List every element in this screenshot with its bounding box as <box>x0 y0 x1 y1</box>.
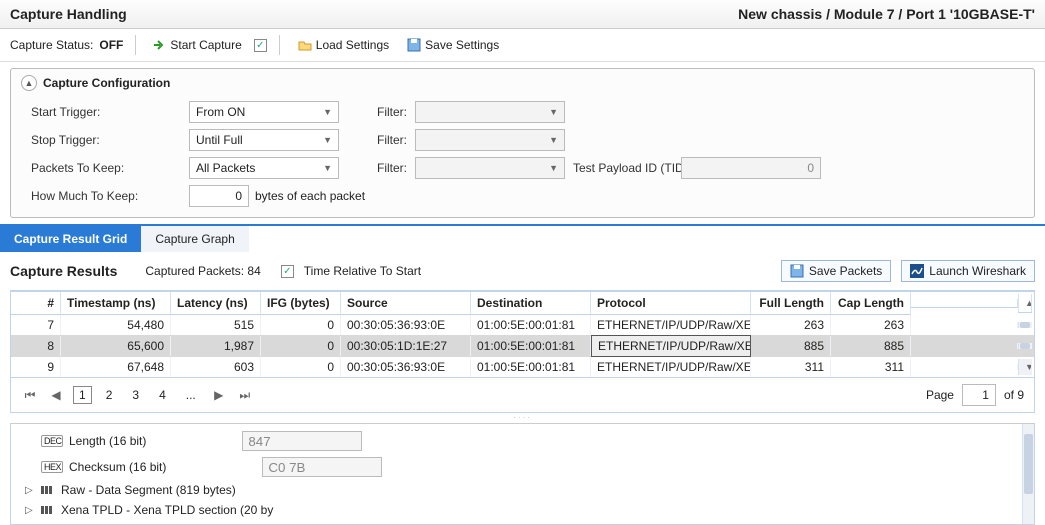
pager-more[interactable]: ... <box>180 386 202 404</box>
start-trigger-label: Start Trigger: <box>31 105 181 119</box>
filter3-label: Filter: <box>347 161 407 175</box>
tpld-label: Xena TPLD - Xena TPLD section (20 by <box>61 503 273 517</box>
pager-page[interactable]: 1 <box>73 386 92 404</box>
page-input[interactable]: 1 <box>962 384 996 406</box>
packets-keep-label: Packets To Keep: <box>31 161 181 175</box>
launch-wireshark-button[interactable]: Launch Wireshark <box>901 260 1035 282</box>
pager-last-icon[interactable]: ⏭ <box>236 386 254 404</box>
col-full-length[interactable]: Full Length <box>751 292 831 315</box>
hex-badge: HEX <box>41 461 63 473</box>
expand-icon[interactable]: ▷ <box>25 505 35 516</box>
capture-config-panel: ▲ Capture Configuration Start Trigger: F… <box>10 68 1035 218</box>
col-protocol[interactable]: Protocol <box>591 292 751 315</box>
col-ifg[interactable]: IFG (bytes) <box>261 292 341 315</box>
start-capture-checkbox[interactable]: ✓ <box>254 39 267 52</box>
checksum-value <box>262 457 382 477</box>
pager-page[interactable]: 4 <box>153 386 172 404</box>
pager: ⏮ ◀ 1 2 3 4 ... ▶ ⏭ Page 1 of 9 <box>10 378 1035 413</box>
stop-trigger-label: Stop Trigger: <box>31 133 181 147</box>
page-label: Page <box>926 388 954 402</box>
packet-detail: DEC Length (16 bit) HEX Checksum (16 bit… <box>10 423 1035 525</box>
save-settings-label: Save Settings <box>425 38 499 52</box>
save-settings-button[interactable]: Save Settings <box>401 36 505 54</box>
pager-first-icon[interactable]: ⏮ <box>21 386 39 404</box>
wireshark-icon <box>910 264 924 278</box>
col-latency[interactable]: Latency (ns) <box>171 292 261 315</box>
scrollbar-thumb[interactable] <box>1024 434 1033 494</box>
howmuch-suffix: bytes of each packet <box>255 189 365 203</box>
save-icon <box>407 38 421 52</box>
pager-next-icon[interactable]: ▶ <box>210 386 228 404</box>
col-cap-length[interactable]: Cap Length <box>831 292 911 315</box>
howmuch-label: How Much To Keep: <box>31 189 181 203</box>
grid-header: # Timestamp (ns) Latency (ns) IFG (bytes… <box>11 292 1034 315</box>
page-of: of 9 <box>1004 388 1024 402</box>
splitter-handle[interactable]: ···· <box>10 413 1035 419</box>
vertical-scrollbar[interactable] <box>1018 343 1032 349</box>
pager-page[interactable]: 3 <box>126 386 145 404</box>
howmuch-input[interactable]: 0 <box>189 185 249 207</box>
save-icon <box>790 264 804 278</box>
start-trigger-combo[interactable]: From ON▼ <box>189 101 339 123</box>
filter1-combo: ▼ <box>415 101 565 123</box>
length-value <box>242 431 362 451</box>
start-capture-label: Start Capture <box>170 38 241 52</box>
load-settings-button[interactable]: Load Settings <box>292 36 395 54</box>
load-settings-label: Load Settings <box>316 38 389 52</box>
length-label: Length (16 bit) <box>69 434 146 448</box>
segment-icon <box>41 484 55 496</box>
breadcrumb: New chassis / Module 7 / Port 1 '10GBASE… <box>738 6 1035 22</box>
detail-length-row[interactable]: DEC Length (16 bit) <box>11 428 1034 454</box>
checksum-label: Checksum (16 bit) <box>69 460 166 474</box>
col-destination[interactable]: Destination <box>471 292 591 315</box>
scroll-down-icon[interactable]: ▼ <box>1018 359 1032 375</box>
detail-tpld-row[interactable]: ▷ Xena TPLD - Xena TPLD section (20 by <box>11 500 1034 520</box>
tid-input: 0 <box>681 157 821 179</box>
table-row[interactable]: 9 67,648 603 0 00:30:05:36:93:0E 01:00:5… <box>11 357 1034 377</box>
detail-checksum-row[interactable]: HEX Checksum (16 bit) <box>11 454 1034 480</box>
tab-result-grid[interactable]: Capture Result Grid <box>0 226 141 252</box>
stop-trigger-combo[interactable]: Until Full▼ <box>189 129 339 151</box>
packets-keep-combo[interactable]: All Packets▼ <box>189 157 339 179</box>
table-row[interactable]: 7 54,480 515 0 00:30:05:36:93:0E 01:00:5… <box>11 315 1034 335</box>
config-title: Capture Configuration <box>43 76 170 90</box>
scroll-up-icon[interactable]: ▲ <box>1018 294 1032 313</box>
captured-count: Captured Packets: 84 <box>145 264 260 278</box>
scrollbar-thumb[interactable] <box>1020 343 1030 349</box>
filter2-combo: ▼ <box>415 129 565 151</box>
detail-scrollbar[interactable] <box>1022 424 1034 524</box>
expand-icon[interactable]: ▷ <box>25 485 35 496</box>
col-source[interactable]: Source <box>341 292 471 315</box>
detail-raw-row[interactable]: ▷ Raw - Data Segment (819 bytes) <box>11 480 1034 500</box>
capture-status-label: Capture Status: <box>10 38 93 52</box>
top-toolbar: Capture Status: OFF Start Capture ✓ Load… <box>0 29 1045 62</box>
col-index[interactable]: # <box>11 292 61 315</box>
segment-icon <box>41 504 55 516</box>
save-packets-button[interactable]: Save Packets <box>781 260 891 282</box>
pager-prev-icon[interactable]: ◀ <box>47 386 65 404</box>
play-icon <box>154 39 166 51</box>
pager-page[interactable]: 2 <box>100 386 119 404</box>
raw-label: Raw - Data Segment (819 bytes) <box>61 483 236 497</box>
start-capture-button[interactable]: Start Capture <box>148 36 247 54</box>
results-title: Capture Results <box>10 263 117 279</box>
time-relative-label: Time Relative To Start <box>304 264 421 278</box>
filter1-label: Filter: <box>347 105 407 119</box>
table-row[interactable]: 8 65,600 1,987 0 00:30:05:1D:1E:27 01:00… <box>11 335 1034 357</box>
collapse-icon[interactable]: ▲ <box>21 75 37 91</box>
tid-label: Test Payload ID (TID): <box>573 161 673 175</box>
col-timestamp[interactable]: Timestamp (ns) <box>61 292 171 315</box>
time-relative-checkbox[interactable]: ✓ <box>281 265 294 278</box>
results-grid: # Timestamp (ns) Latency (ns) IFG (bytes… <box>10 290 1035 378</box>
capture-status-value: OFF <box>99 38 123 52</box>
tab-capture-graph[interactable]: Capture Graph <box>141 226 248 252</box>
filter3-combo: ▼ <box>415 157 565 179</box>
page-title: Capture Handling <box>10 6 127 22</box>
result-tabs: Capture Result Grid Capture Graph <box>0 224 1045 252</box>
filter2-label: Filter: <box>347 133 407 147</box>
dec-badge: DEC <box>41 435 63 447</box>
folder-open-icon <box>298 38 312 52</box>
